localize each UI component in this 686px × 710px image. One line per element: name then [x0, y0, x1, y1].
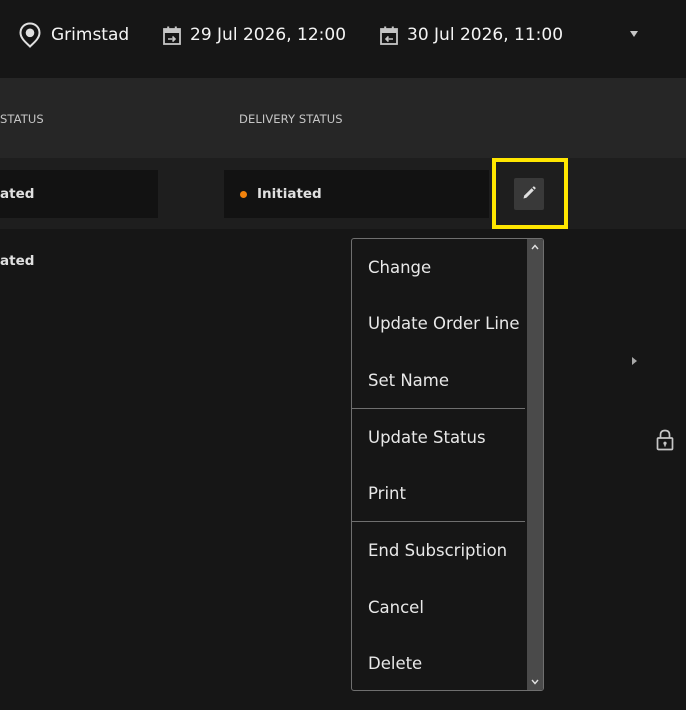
end-date-label: 30 Jul 2026, 11:00	[407, 25, 564, 45]
caret-right-icon[interactable]	[629, 355, 639, 367]
column-header-status: STATUS	[0, 112, 44, 126]
caret-down-icon[interactable]	[627, 27, 641, 41]
menu-item-update-order-line[interactable]: Update Order Line	[352, 303, 525, 343]
menu-item-print[interactable]: Print	[352, 473, 525, 513]
menu-item-delete[interactable]: Delete	[352, 643, 525, 683]
column-header-delivery-status: DELIVERY STATUS	[239, 112, 343, 126]
menu-item-end-subscription[interactable]: End Subscription	[352, 530, 525, 570]
menu-list: Change Update Order Line Set Name Update…	[352, 239, 525, 690]
menu-divider	[352, 408, 525, 409]
menu-item-cancel[interactable]: Cancel	[352, 587, 525, 627]
menu-item-update-status[interactable]: Update Status	[352, 417, 525, 457]
app-root: Grimstad 29 Jul 2026, 12:00 30 Jul 2026,…	[0, 0, 686, 710]
pencil-icon	[522, 185, 536, 204]
calendar-icon	[162, 22, 182, 48]
location-label: Grimstad	[51, 25, 130, 45]
scroll-up-icon[interactable]	[529, 242, 541, 252]
location-selector[interactable]: Grimstad	[17, 0, 129, 70]
table-row[interactable]: ated Initiated	[0, 158, 686, 229]
table-header: STATUS DELIVERY STATUS	[0, 78, 686, 158]
scroll-down-icon[interactable]	[529, 677, 541, 687]
menu-item-set-name[interactable]: Set Name	[352, 360, 525, 400]
status-dot-icon	[240, 190, 247, 198]
delivery-status-text: Initiated	[257, 186, 322, 202]
map-pin-icon	[17, 22, 43, 48]
edit-button[interactable]	[514, 178, 544, 210]
start-date-selector[interactable]: 29 Jul 2026, 12:00	[162, 0, 346, 70]
delivery-status-cell: Initiated	[224, 170, 489, 218]
status-cell: ated	[0, 170, 158, 218]
menu-item-change[interactable]: Change	[352, 247, 525, 287]
lock-icon[interactable]	[655, 429, 675, 451]
row2-status-text: ated	[0, 253, 35, 269]
end-date-selector[interactable]: 30 Jul 2026, 11:00	[379, 0, 563, 70]
start-date-label: 29 Jul 2026, 12:00	[190, 25, 347, 45]
menu-scrollbar[interactable]	[526, 239, 543, 690]
scrollbar-thumb[interactable]	[527, 239, 543, 690]
overflow-menu: Change Update Order Line Set Name Update…	[351, 238, 544, 691]
calendar-icon	[379, 22, 399, 48]
status-text: ated	[0, 186, 35, 202]
menu-divider	[352, 521, 525, 522]
top-bar: Grimstad 29 Jul 2026, 12:00 30 Jul 2026,…	[0, 0, 686, 70]
